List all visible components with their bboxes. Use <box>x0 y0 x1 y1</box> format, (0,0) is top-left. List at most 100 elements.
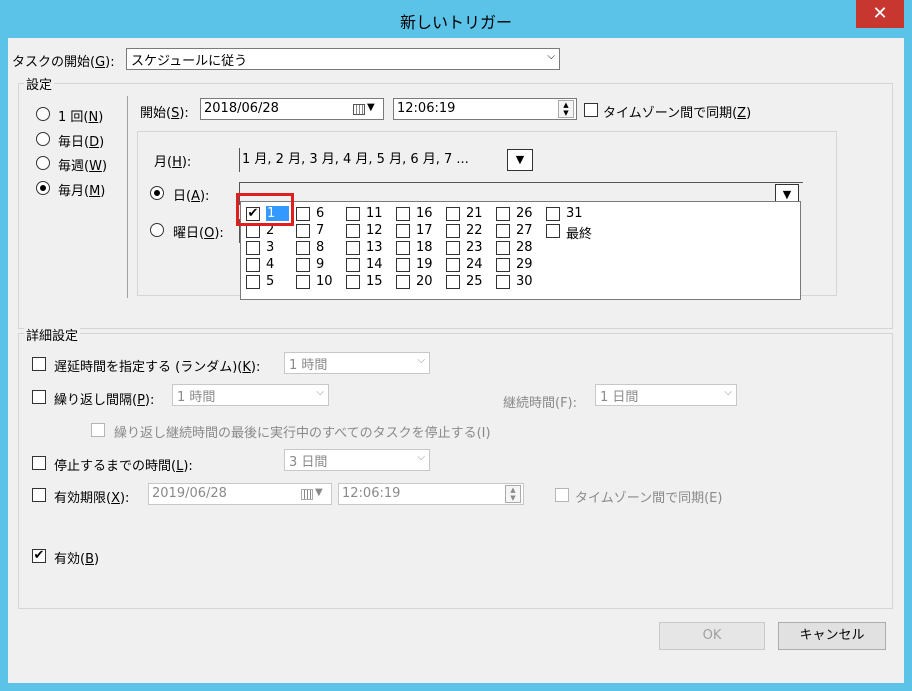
day-option-label: 最終 <box>566 227 593 242</box>
day-option-label: 11 <box>366 206 383 221</box>
day-checkbox[interactable] <box>246 275 260 289</box>
title-bar[interactable]: 新しいトリガー ✕ <box>0 0 912 38</box>
day-checkbox[interactable] <box>296 241 310 255</box>
day-option-label: 4 <box>266 257 275 272</box>
day-checkbox[interactable] <box>396 224 410 238</box>
radio-monthly[interactable] <box>36 181 50 195</box>
repeat-interval-select[interactable]: 1 時間 ⌵ <box>172 384 329 406</box>
day-checkbox[interactable] <box>346 224 360 238</box>
day-option-label: 29 <box>516 257 533 272</box>
day-checkbox[interactable] <box>496 258 510 272</box>
stop-after-label: 停止するまでの時間(L): <box>54 459 193 474</box>
day-checkbox[interactable] <box>296 207 310 221</box>
expire-time-input[interactable]: 12:06:19 ▲ ▼ <box>338 483 524 505</box>
dialog-body: タスクの開始(G): スケジュールに従う ⌵ 設定 1 回(N) 毎日(D) 毎… <box>8 38 904 683</box>
expire-date-picker[interactable]: 2019/06/28 ▼ <box>148 483 332 505</box>
stop-after-select[interactable]: 3 日間 ⌵ <box>284 449 430 471</box>
dialog-window: 新しいトリガー ✕ タスクの開始(G): スケジュールに従う ⌵ 設定 1 回(… <box>0 0 912 691</box>
radio-once[interactable] <box>36 107 50 121</box>
day-option-label: 28 <box>516 240 533 255</box>
day-checkbox[interactable] <box>446 241 460 255</box>
expire-sync-timezone-checkbox[interactable] <box>555 488 569 502</box>
day-option-label: 5 <box>266 274 275 289</box>
duration-select[interactable]: 1 日間 ⌵ <box>595 384 737 406</box>
radio-weekly-label: 毎週(W) <box>58 159 108 174</box>
repeat-interval-value: 1 時間 <box>177 390 216 405</box>
day-checkbox[interactable] <box>346 258 360 272</box>
day-option-label: 10 <box>316 274 333 289</box>
chevron-down-icon: ⌵ <box>417 355 425 366</box>
ok-button[interactable]: OK <box>659 622 765 650</box>
enabled-label: 有効(B) <box>54 552 100 567</box>
sync-timezone-checkbox[interactable] <box>584 103 598 117</box>
day-checkbox[interactable] <box>346 207 360 221</box>
day-checkbox[interactable] <box>246 224 260 238</box>
repeat-checkbox[interactable] <box>32 390 46 404</box>
day-checkbox[interactable] <box>446 224 460 238</box>
calendar-icon <box>301 489 313 500</box>
day-checkbox[interactable] <box>246 241 260 255</box>
day-checkbox[interactable] <box>296 275 310 289</box>
day-option-label: 3 <box>266 240 275 255</box>
day-checkbox[interactable] <box>346 241 360 255</box>
day-option-label: 19 <box>416 257 433 272</box>
months-select[interactable]: 1 月, 2 月, 3 月, 4 月, 5 月, 6 月, 7 ... <box>239 148 505 172</box>
day-checkbox[interactable] <box>296 224 310 238</box>
day-checkbox[interactable] <box>346 275 360 289</box>
start-time-input[interactable]: 12:06:19 ▲ ▼ <box>393 98 577 120</box>
window-title: 新しいトリガー <box>399 13 512 32</box>
day-checkbox[interactable] <box>446 258 460 272</box>
delay-checkbox[interactable] <box>32 357 46 371</box>
radio-once-label: 1 回(N) <box>58 110 104 125</box>
day-checkbox[interactable] <box>546 207 560 221</box>
radio-daily[interactable] <box>36 132 50 146</box>
chevron-down-icon: ⌵ <box>316 387 324 398</box>
calendar-dropdown-icon[interactable]: ▼ <box>315 487 323 498</box>
day-checkbox[interactable] <box>396 258 410 272</box>
stop-after-checkbox[interactable] <box>32 456 46 470</box>
start-date-picker[interactable]: 2018/06/28 ▼ <box>200 98 384 120</box>
enabled-checkbox[interactable]: ✔ <box>32 549 46 563</box>
weekday-label: 曜日(O): <box>173 226 224 241</box>
highlight-box <box>236 193 294 226</box>
day-checkbox[interactable] <box>496 224 510 238</box>
day-option-label: 14 <box>366 257 383 272</box>
day-checkbox[interactable] <box>396 275 410 289</box>
day-checkbox[interactable] <box>546 224 560 238</box>
day-checkbox[interactable] <box>446 275 460 289</box>
day-option-label: 15 <box>366 274 383 289</box>
cancel-button[interactable]: キャンセル <box>778 622 886 650</box>
day-checkbox[interactable] <box>296 258 310 272</box>
day-label: 日(A): <box>173 189 210 204</box>
time-spinner-icon[interactable]: ▲ ▼ <box>505 485 521 503</box>
day-checkbox[interactable] <box>396 241 410 255</box>
month-label: 月(H): <box>154 155 192 170</box>
begin-task-value: スケジュールに従う <box>131 54 248 69</box>
day-option-label: 30 <box>516 274 533 289</box>
radio-weekly[interactable] <box>36 156 50 170</box>
delay-select[interactable]: 1 時間 ⌵ <box>284 352 430 374</box>
time-spinner-icon[interactable]: ▲ ▼ <box>558 100 574 118</box>
day-option-label: 13 <box>366 240 383 255</box>
day-checkbox[interactable] <box>496 241 510 255</box>
months-value: 1 月, 2 月, 3 月, 4 月, 5 月, 6 月, 7 ... <box>242 152 469 167</box>
stop-running-checkbox[interactable] <box>91 423 105 437</box>
months-dropdown-button[interactable]: ▼ <box>507 149 533 171</box>
day-checkbox[interactable] <box>246 258 260 272</box>
close-button[interactable]: ✕ <box>856 0 904 28</box>
expire-checkbox[interactable] <box>32 488 46 502</box>
day-checkbox[interactable] <box>446 207 460 221</box>
radio-daily-label: 毎日(D) <box>58 135 105 150</box>
day-checkbox[interactable] <box>396 207 410 221</box>
day-option-label: 21 <box>466 206 483 221</box>
calendar-dropdown-icon[interactable]: ▼ <box>367 102 375 113</box>
begin-task-select[interactable]: スケジュールに従う ⌵ <box>126 48 560 70</box>
day-checkbox[interactable] <box>496 207 510 221</box>
day-option-label: 9 <box>316 257 325 272</box>
radio-weekday[interactable] <box>150 223 164 237</box>
stop-running-label: 繰り返し継続時間の最後に実行中のすべてのタスクを停止する(I) <box>114 426 491 441</box>
repeat-label: 繰り返し間隔(P): <box>54 393 155 408</box>
calendar-icon <box>353 104 365 115</box>
radio-day[interactable] <box>150 186 164 200</box>
day-checkbox[interactable] <box>496 275 510 289</box>
